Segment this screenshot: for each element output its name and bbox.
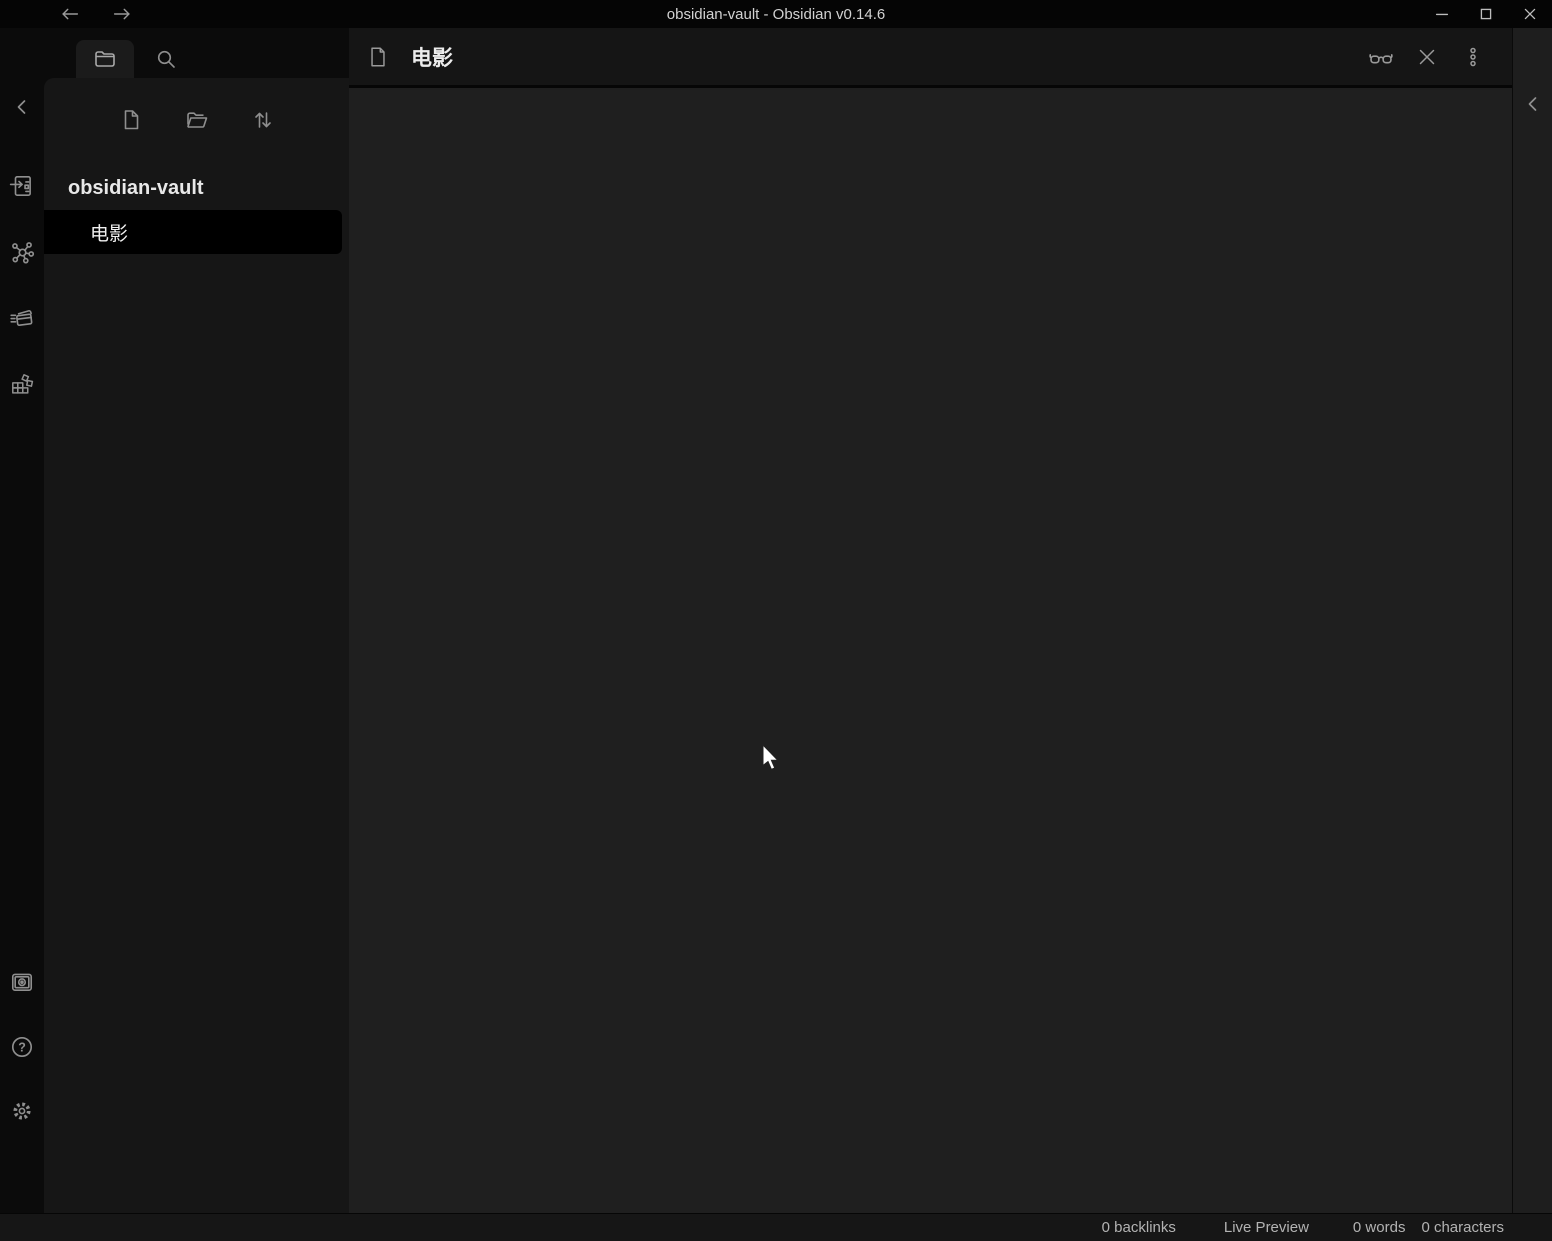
right-sidebar-strip [1512, 28, 1552, 1213]
chevron-left-icon [1521, 92, 1545, 116]
reading-view-button[interactable] [1366, 42, 1396, 72]
vault-title: obsidian-vault [44, 174, 349, 202]
random-note-button[interactable] [9, 305, 35, 331]
window-controls [1420, 0, 1552, 28]
file-item-selected[interactable]: 电影 [44, 210, 342, 254]
new-note-icon [119, 108, 143, 132]
editor-pane: 电影 [349, 28, 1512, 1213]
new-folder-button[interactable] [183, 106, 211, 134]
pane-header: 电影 [349, 28, 1512, 88]
open-vault-button[interactable] [9, 969, 35, 995]
editor-content[interactable] [349, 88, 1512, 1213]
sidebar-tabs [44, 28, 349, 78]
graph-view-button[interactable] [9, 239, 35, 265]
vault-icon [9, 969, 35, 995]
close-icon [1520, 4, 1540, 24]
blocks-icon [9, 371, 35, 397]
close-button[interactable] [1508, 0, 1552, 28]
left-ribbon: ? [0, 28, 44, 1213]
obsidian-window: obsidian-vault - Obsidian v0.14.6 [0, 0, 1552, 1241]
status-editor-mode[interactable]: Live Preview [1224, 1219, 1309, 1236]
file-item-label: 电影 [90, 219, 128, 246]
quick-switcher-icon [9, 173, 35, 199]
svg-text:?: ? [18, 1041, 26, 1055]
close-pane-button[interactable] [1412, 42, 1442, 72]
status-character-count: 0 characters [1421, 1219, 1504, 1236]
new-folder-icon [185, 108, 209, 132]
file-explorer-body: obsidian-vault 电影 [44, 78, 349, 1213]
minimize-icon [1432, 4, 1452, 24]
status-backlinks[interactable]: 0 backlinks [1102, 1219, 1176, 1236]
sort-order-button[interactable] [249, 106, 277, 134]
main-area: ? [0, 28, 1552, 1213]
gear-icon [9, 1098, 35, 1124]
folder-icon [93, 47, 117, 71]
tab-file-explorer[interactable] [76, 40, 134, 78]
document-icon [367, 46, 389, 68]
titlebar: obsidian-vault - Obsidian v0.14.6 [0, 0, 1552, 28]
settings-button[interactable] [9, 1098, 35, 1124]
blocks-button[interactable] [9, 371, 35, 397]
chevron-left-icon [10, 95, 34, 119]
card-icon [9, 305, 35, 331]
tab-search[interactable] [142, 40, 190, 78]
maximize-button[interactable] [1464, 0, 1508, 28]
new-note-button[interactable] [117, 106, 145, 134]
explorer-actions [44, 78, 349, 134]
help-button[interactable]: ? [9, 1034, 35, 1060]
status-word-count: 0 words [1353, 1219, 1406, 1236]
help-icon: ? [9, 1034, 35, 1060]
pane-actions [1366, 42, 1512, 72]
window-title: obsidian-vault - Obsidian v0.14.6 [0, 6, 1552, 23]
collapse-left-sidebar-button[interactable] [9, 94, 35, 120]
maximize-icon [1476, 4, 1496, 24]
kebab-icon [1461, 45, 1485, 69]
sort-icon [251, 108, 275, 132]
more-options-button[interactable] [1458, 42, 1488, 72]
close-icon [1415, 45, 1439, 69]
file-explorer-panel: obsidian-vault 电影 [44, 28, 349, 1213]
quick-switcher-button[interactable] [9, 173, 35, 199]
graph-icon [9, 239, 35, 265]
statusbar: 0 backlinks Live Preview 0 words 0 chara… [0, 1213, 1552, 1241]
glasses-icon [1368, 44, 1394, 70]
minimize-button[interactable] [1420, 0, 1464, 28]
search-icon [154, 47, 178, 71]
expand-right-sidebar-button[interactable] [1520, 91, 1546, 117]
pane-title: 电影 [411, 42, 453, 72]
